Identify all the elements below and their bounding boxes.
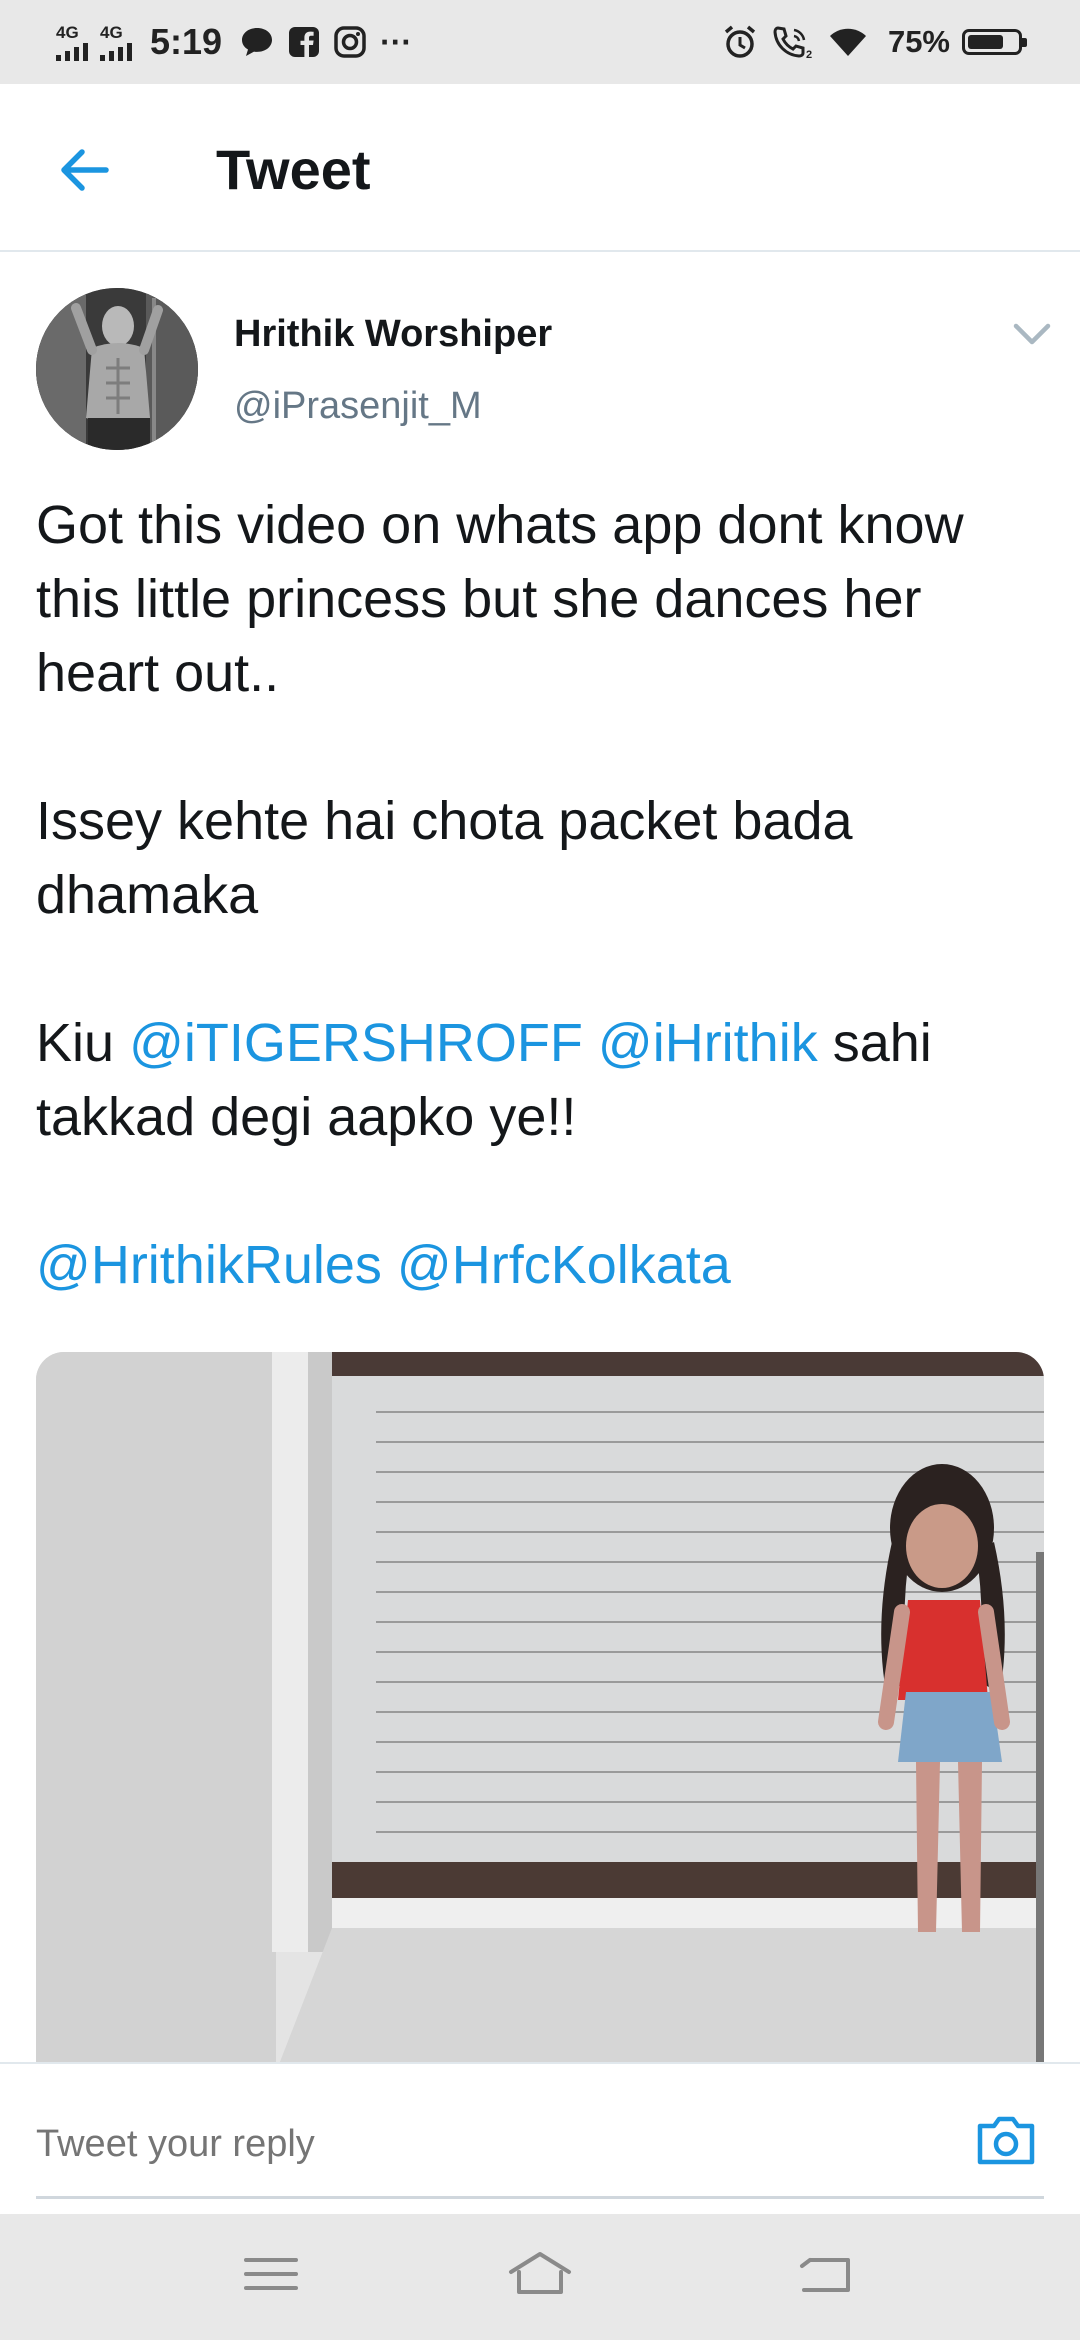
status-bar: 4G 4G 5:19 ··· 2 75% <box>0 0 1080 84</box>
status-left: 4G 4G 5:19 ··· <box>56 21 412 63</box>
arrow-left-icon[interactable] <box>52 138 116 202</box>
avatar-image <box>36 288 198 450</box>
menu-icon[interactable] <box>236 2244 306 2304</box>
tweet-video[interactable] <box>36 1352 1044 2072</box>
tweet-paragraph: Issey kehte hai chota packet bada dhamak… <box>36 791 853 925</box>
battery-icon <box>962 29 1027 55</box>
network-label-2: 4G <box>100 22 123 42</box>
svg-text:2: 2 <box>806 49 812 60</box>
battery-percent: 75% <box>887 24 950 59</box>
facebook-icon <box>289 27 320 57</box>
page-title: Tweet <box>216 138 371 201</box>
network-label-1: 4G <box>56 22 79 42</box>
home-icon[interactable] <box>505 2244 575 2304</box>
display-name[interactable]: Hrithik Worshiper <box>234 310 552 358</box>
mention-link[interactable]: @iHrithik <box>598 1013 818 1073</box>
tweet-paragraph: Got this video on whats app dont know th… <box>36 495 964 703</box>
user-handle[interactable]: @iPrasenjit_M <box>234 382 482 430</box>
mention-link[interactable]: @HrithikRules <box>36 1235 382 1295</box>
top-app-bar: Tweet <box>0 84 1080 252</box>
system-nav-bar <box>0 2214 1080 2340</box>
signal-bars-icon <box>56 41 92 61</box>
video-frame-image <box>36 1352 1044 2072</box>
chevron-down-icon[interactable] <box>1010 318 1054 348</box>
text-fragment: Kiu <box>36 1013 130 1073</box>
tweet-paragraph: @HrithikRules @HrfcKolkata <box>36 1228 1046 1302</box>
avatar[interactable] <box>36 288 198 450</box>
back-icon[interactable] <box>790 2244 860 2304</box>
wifi-icon <box>829 28 866 56</box>
reply-underline <box>36 2196 1044 2199</box>
clock: 5:19 <box>150 21 223 62</box>
status-more: ··· <box>380 23 413 60</box>
chat-bubble-icon <box>242 28 273 56</box>
signal-bars-icon <box>100 41 136 61</box>
signal-1: 4G <box>56 24 92 61</box>
status-right: 2 75% <box>722 24 1027 60</box>
camera-icon[interactable] <box>974 2108 1038 2172</box>
alarm-icon <box>724 25 756 58</box>
tweet-paragraph: Kiu @iTIGERSHROFF @iHrithik sahi takkad … <box>36 1006 1046 1154</box>
wifi-call-icon: 2 <box>773 26 812 60</box>
instagram-icon <box>334 26 366 58</box>
tweet-text: Got this video on whats app dont know th… <box>36 488 1046 1302</box>
signal-2: 4G <box>100 24 136 61</box>
reply-bar <box>0 2062 1080 2214</box>
mention-link[interactable]: @iTIGERSHROFF <box>129 1013 583 1073</box>
reply-input[interactable] <box>36 2114 916 2174</box>
mention-link[interactable]: @HrfcKolkata <box>397 1235 731 1295</box>
battery-level <box>968 35 1003 49</box>
